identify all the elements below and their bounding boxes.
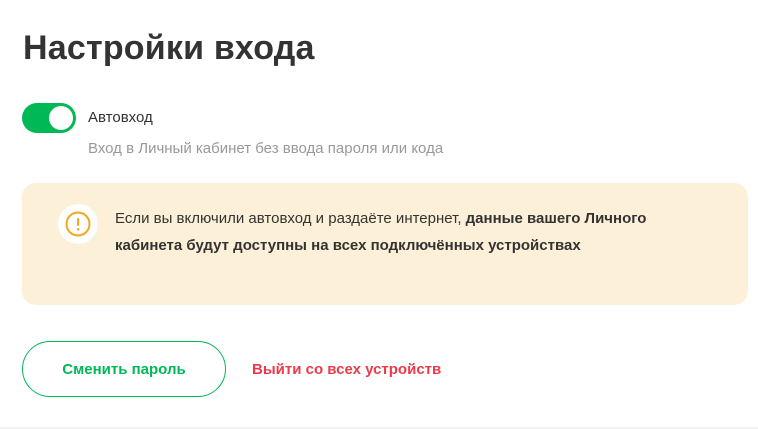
warning-text: Если вы включили автовход и раздаёте инт… (115, 205, 675, 259)
autologin-description: Вход в Личный кабинет без ввода пароля и… (88, 140, 444, 157)
warning-text-regular: Если вы включили автовход и раздаёте инт… (115, 210, 466, 227)
exclamation-circle-icon (58, 204, 98, 244)
page-title: Настройки входа (23, 29, 315, 67)
change-password-button[interactable]: Сменить пароль (22, 341, 226, 397)
autologin-label: Автовход (88, 109, 153, 126)
autologin-toggle[interactable] (22, 103, 76, 133)
toggle-knob (49, 106, 73, 130)
login-settings-page: Настройки входа Автовход Вход в Личный к… (0, 0, 758, 429)
logout-all-devices-link[interactable]: Выйти со всех устройств (252, 360, 441, 380)
warning-notice: Если вы включили автовход и раздаёте инт… (22, 183, 748, 305)
